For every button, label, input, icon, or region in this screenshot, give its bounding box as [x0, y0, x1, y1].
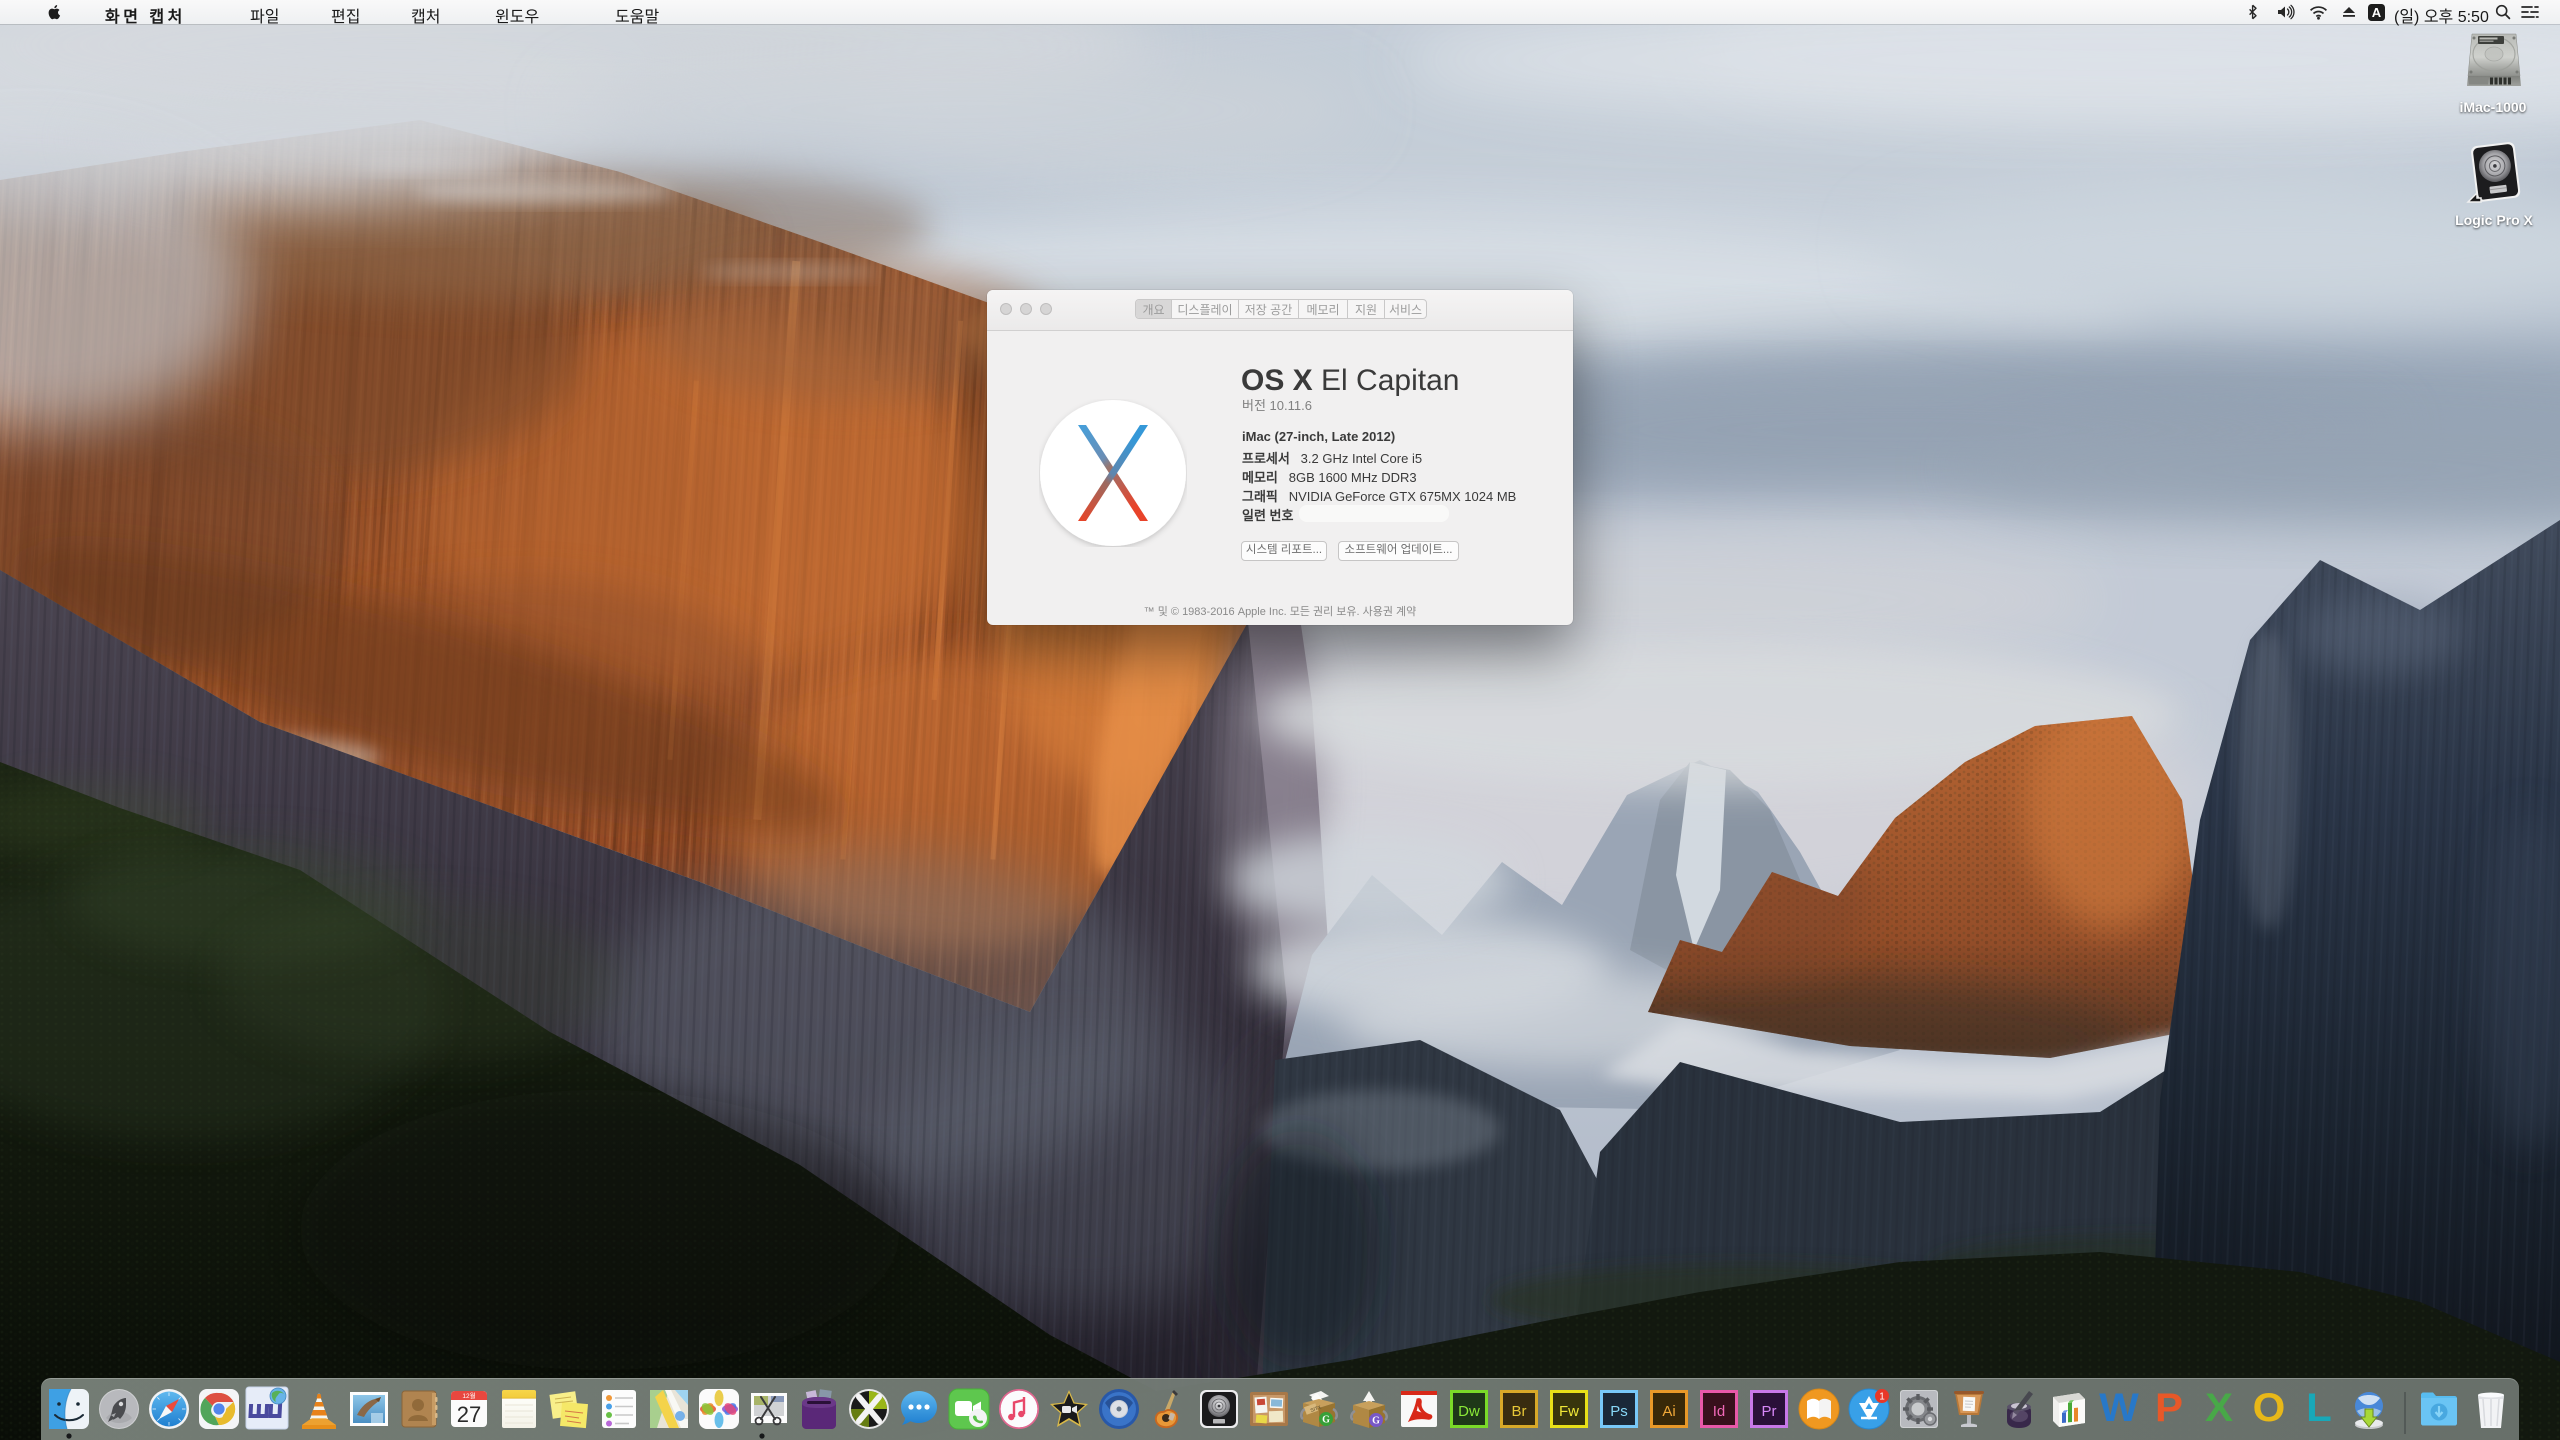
svg-text:G: G [1372, 1416, 1380, 1427]
svg-text:Pr: Pr [1762, 1403, 1777, 1420]
svg-text:Ai: Ai [1662, 1403, 1675, 1420]
svg-text:X: X [2205, 1385, 2233, 1430]
svg-text:12월: 12월 [462, 1391, 475, 1400]
svg-text:O: O [2253, 1385, 2286, 1430]
svg-text:W: W [2099, 1385, 2139, 1430]
svg-text:Ps: Ps [1610, 1403, 1628, 1420]
svg-text:Br: Br [1512, 1403, 1527, 1420]
svg-text:G: G [1322, 1415, 1330, 1426]
svg-text:P: P [2155, 1385, 2183, 1430]
svg-text:Fw: Fw [1559, 1403, 1579, 1420]
svg-text:Dw: Dw [1458, 1403, 1480, 1420]
svg-text:1: 1 [1879, 1392, 1885, 1403]
svg-text:L: L [2306, 1385, 2332, 1430]
svg-text:Id: Id [1713, 1403, 1726, 1420]
svg-text:27: 27 [457, 1402, 481, 1427]
